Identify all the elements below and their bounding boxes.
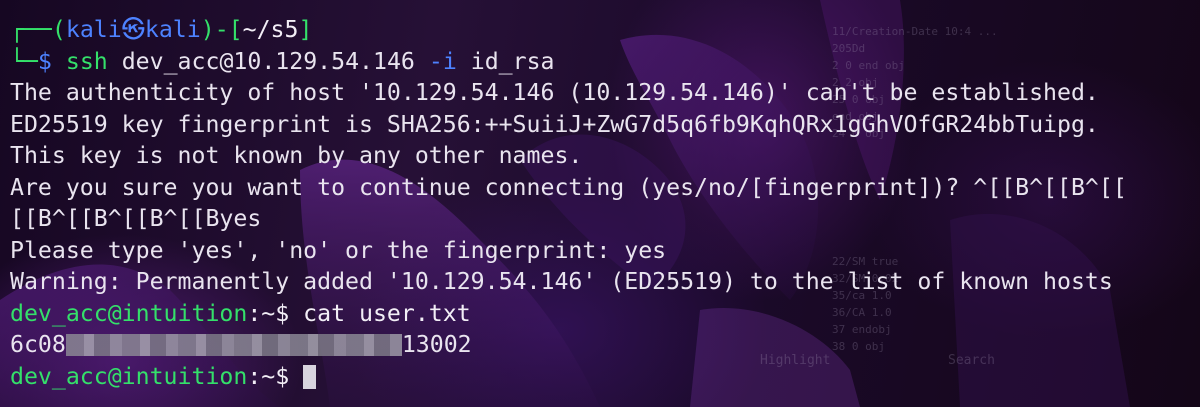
output-line: Are you sure you want to continue connec… [10, 173, 1127, 201]
command-program: ssh [65, 47, 108, 75]
output-line: Warning: Permanently added '10.129.54.14… [10, 268, 1113, 295]
prompt-cwd: ~/s5 [242, 16, 299, 43]
prompt-corner-top: ┌── [10, 16, 52, 43]
output-line: The authenticity of host '10.129.54.146 … [10, 79, 1099, 106]
prompt-dollar: $ [37, 47, 52, 75]
flag-suffix: 13002 [401, 331, 472, 358]
prompt-close-bracket: ] [298, 16, 313, 43]
command-line: └─$ ssh dev_acc@10.129.54.146 -i id_rsa [10, 46, 1200, 78]
flag-prefix: 6c08 [10, 331, 66, 358]
terminal-output: ┌──(kali㉿kali)-[~/s5] └─$ ssh dev_acc@10… [10, 14, 1200, 392]
terminal-window[interactable]: 11/Creation-Date 10:4 ... 205Dd 2 0 end … [0, 0, 1200, 407]
command-key-file: id_rsa [470, 47, 555, 75]
command-target: dev_acc@10.129.54.146 [121, 47, 415, 75]
prompt-corner-bottom: └─ [10, 47, 38, 75]
prompt-user: kali [65, 16, 122, 43]
command-flag: -i [428, 47, 457, 75]
prompt-host: kali [144, 16, 201, 43]
flag-output-line: 6c08 13002 [10, 329, 1200, 361]
prompt-at-symbol: ㉿ [121, 16, 145, 43]
output-line: Please type 'yes', 'no' or the fingerpri… [10, 236, 667, 264]
redaction-blur [65, 334, 402, 356]
active-prompt-path: :~$ [247, 362, 304, 390]
prompt-open-paren: ( [51, 16, 66, 43]
output-line: ED25519 key fingerprint is SHA256:++Suii… [10, 110, 1099, 138]
remote-prompt-userhost: dev_acc@intuition [10, 299, 248, 327]
output-line: This key is not known by any other names… [10, 142, 583, 169]
remote-command-line: dev_acc@intuition:~$ cat user.txt [10, 298, 1200, 330]
text-cursor[interactable] [303, 364, 317, 389]
active-prompt-userhost: dev_acc@intuition [10, 362, 248, 390]
output-line: [[B^[[B^[[B^[[Byes [10, 205, 262, 232]
remote-prompt-path: :~$ [247, 299, 304, 327]
remote-command: cat user.txt [303, 299, 471, 327]
active-prompt-line[interactable]: dev_acc@intuition:~$ [10, 361, 1200, 393]
prompt-header-line: ┌──(kali㉿kali)-[~/s5] [10, 14, 1200, 46]
prompt-separator: )-[ [200, 16, 243, 43]
